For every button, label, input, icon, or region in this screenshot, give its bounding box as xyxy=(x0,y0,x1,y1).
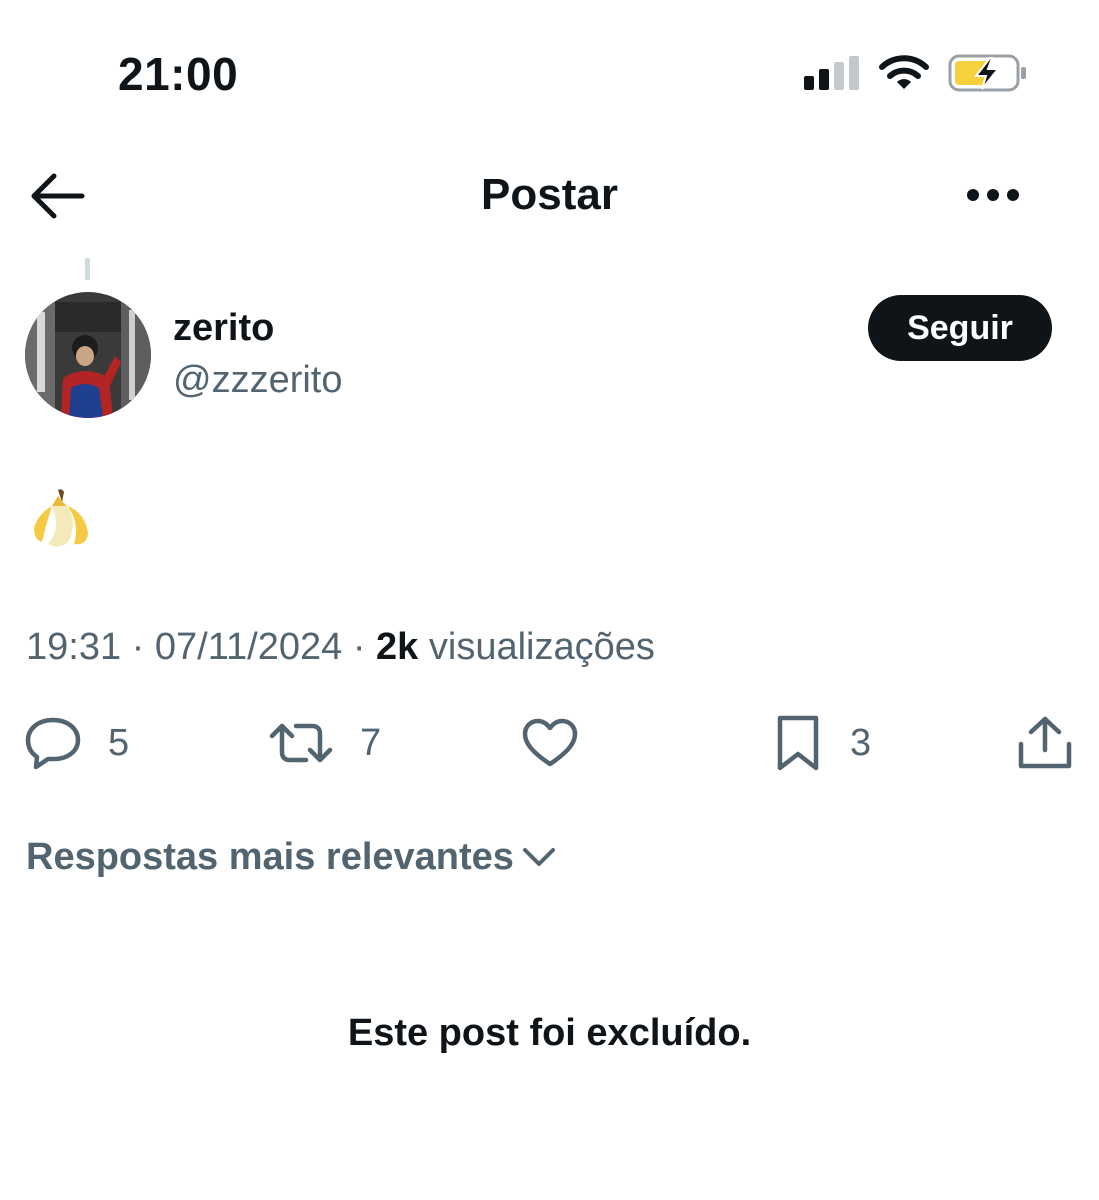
author-handle[interactable]: @zzzerito xyxy=(173,356,343,404)
post-meta: 19:31 · 07/11/2024 · 2k visualizações xyxy=(26,622,655,672)
chevron-down-icon xyxy=(522,848,555,866)
meta-separator: · xyxy=(131,626,145,668)
deleted-post-message: Este post foi excluído. xyxy=(347,1012,752,1054)
bookmark-button[interactable]: 3 xyxy=(772,710,871,776)
banana-emoji-icon xyxy=(34,489,88,547)
bookmark-icon xyxy=(777,715,819,771)
follow-button[interactable]: Seguir xyxy=(868,295,1052,361)
ellipsis-icon[interactable] xyxy=(964,182,1022,208)
views-count[interactable]: 2k xyxy=(376,626,418,668)
like-button[interactable] xyxy=(522,710,578,776)
author-display-name[interactable]: zerito xyxy=(173,304,274,352)
replies-sort-dropdown[interactable]: Respostas mais relevantes xyxy=(26,832,556,882)
status-time: 21:00 xyxy=(118,48,239,100)
thread-connector-line xyxy=(85,258,90,280)
repost-icon xyxy=(269,723,333,763)
avatar-photo xyxy=(25,292,151,418)
meta-separator: · xyxy=(352,626,366,668)
share-button[interactable] xyxy=(1016,710,1074,776)
bookmark-count: 3 xyxy=(850,722,872,764)
repost-button[interactable]: 7 xyxy=(268,710,381,776)
sort-label: Respostas mais relevantes xyxy=(26,836,514,878)
reply-count: 5 xyxy=(108,722,130,764)
post-time: 19:31 xyxy=(26,626,122,668)
page-title: Postar xyxy=(481,170,618,219)
cellular-signal-icon xyxy=(804,56,859,90)
avatar[interactable] xyxy=(25,292,151,418)
views-label[interactable]: visualizações xyxy=(429,626,655,668)
wifi-icon xyxy=(879,55,929,89)
post-text xyxy=(28,484,98,554)
repost-count: 7 xyxy=(360,722,382,764)
reply-icon xyxy=(25,717,81,770)
heart-icon xyxy=(522,718,578,767)
share-icon xyxy=(1018,716,1072,769)
post-date: 07/11/2024 xyxy=(154,626,343,668)
battery-charging-icon xyxy=(948,54,1026,92)
reply-button[interactable]: 5 xyxy=(24,710,129,776)
